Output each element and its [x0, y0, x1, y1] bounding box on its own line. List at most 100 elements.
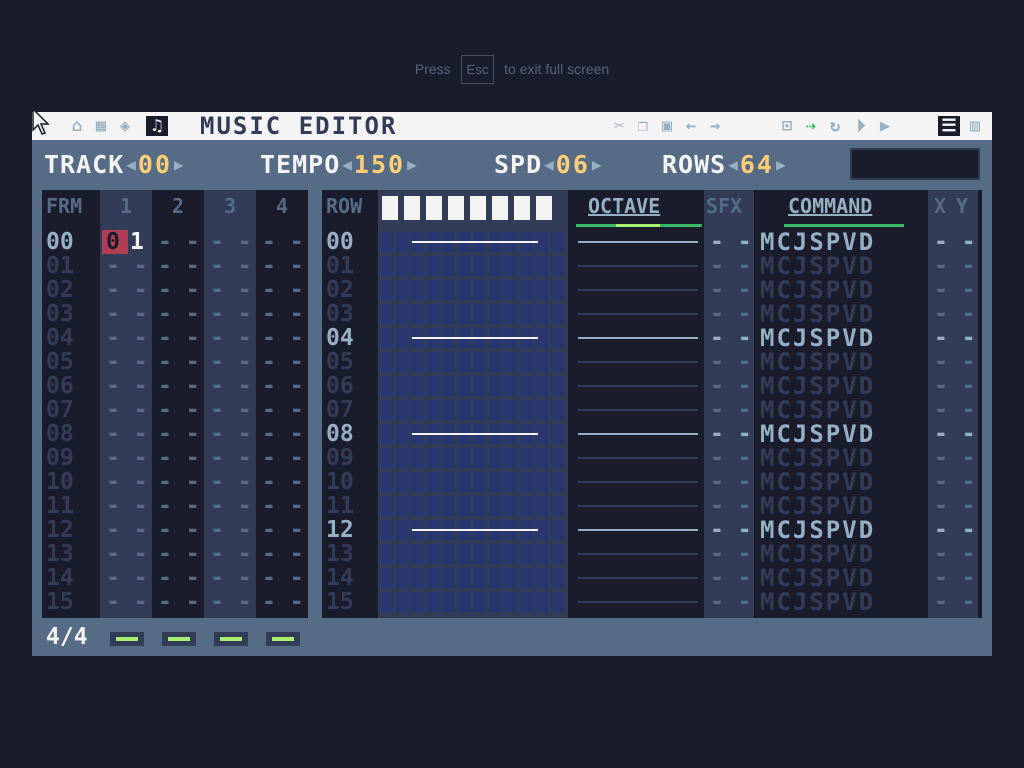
- note-cell[interactable]: [395, 496, 409, 516]
- frame-pattern-cell[interactable]: - -: [262, 494, 304, 518]
- pattern-button-1[interactable]: [110, 632, 144, 646]
- note-cell[interactable]: [457, 472, 471, 492]
- note-cell[interactable]: [535, 352, 548, 372]
- command-cell[interactable]: MCJSPVD: [760, 374, 875, 398]
- octave-cell[interactable]: [578, 553, 698, 555]
- frame-pattern-cell[interactable]: - -: [106, 278, 148, 302]
- note-cell[interactable]: [488, 280, 502, 300]
- frame-pattern-cell[interactable]: - -: [262, 470, 304, 494]
- note-cell[interactable]: [519, 280, 533, 300]
- note-cell[interactable]: [504, 256, 517, 276]
- octave-cell[interactable]: [578, 601, 698, 603]
- note-cell[interactable]: [411, 496, 424, 516]
- note-cell[interactable]: [395, 424, 409, 444]
- tempo-next-arrow-icon[interactable]: ▶: [407, 155, 417, 174]
- note-cell[interactable]: [380, 496, 393, 516]
- note-cell[interactable]: [411, 352, 424, 372]
- frame-pattern-cell[interactable]: - -: [210, 230, 252, 254]
- note-cell[interactable]: [442, 448, 455, 468]
- frame-pattern-cell[interactable]: - -: [106, 374, 148, 398]
- piano-key[interactable]: [492, 196, 508, 220]
- frame-pattern-cell[interactable]: - -: [158, 230, 200, 254]
- frame-pattern-cell[interactable]: - -: [262, 422, 304, 446]
- note-cell[interactable]: [395, 280, 409, 300]
- ch1-header[interactable]: 1: [120, 194, 132, 218]
- command-cell[interactable]: MCJSPVD: [760, 542, 875, 566]
- sfx-cell[interactable]: - -: [710, 470, 752, 494]
- note-cell[interactable]: [426, 592, 440, 612]
- paste-icon[interactable]: ▣: [656, 116, 678, 136]
- home-icon[interactable]: ⌂: [66, 116, 88, 136]
- frame-pattern-cell[interactable]: - -: [262, 326, 304, 350]
- note-cell[interactable]: [380, 304, 393, 324]
- note-cell[interactable]: [535, 472, 548, 492]
- frame-pattern-cell[interactable]: - -: [106, 398, 148, 422]
- octave-cell[interactable]: [578, 385, 698, 387]
- note-cell[interactable]: [535, 400, 548, 420]
- xy-cell[interactable]: - -: [934, 230, 976, 254]
- rows-next-arrow-icon[interactable]: ▶: [776, 155, 786, 174]
- note-cell[interactable]: [488, 448, 502, 468]
- sfx-cell[interactable]: - -: [710, 350, 752, 374]
- note-cell[interactable]: [411, 448, 424, 468]
- octave-cell[interactable]: [578, 481, 698, 483]
- note-cell[interactable]: [380, 328, 393, 348]
- note-cell[interactable]: [488, 568, 502, 588]
- note-cell[interactable]: [411, 568, 424, 588]
- octave-cell[interactable]: [578, 337, 698, 339]
- tempo-prev-arrow-icon[interactable]: ◀: [342, 155, 352, 174]
- frame-pattern-cell[interactable]: - -: [210, 398, 252, 422]
- frame-pattern-cell[interactable]: - -: [262, 350, 304, 374]
- note-cell[interactable]: [504, 568, 517, 588]
- note-cell[interactable]: [535, 304, 548, 324]
- note-cell[interactable]: [504, 400, 517, 420]
- note-cell[interactable]: [519, 496, 533, 516]
- note-cell[interactable]: [473, 400, 486, 420]
- xy-cell[interactable]: - -: [934, 254, 976, 278]
- frame-pattern-cell[interactable]: - -: [106, 494, 148, 518]
- note-cell[interactable]: [550, 544, 564, 564]
- follow-icon[interactable]: ⊡: [776, 116, 798, 136]
- track-next-arrow-icon[interactable]: ▶: [174, 155, 184, 174]
- note-cell[interactable]: [411, 304, 424, 324]
- sfx-cell[interactable]: - -: [710, 422, 752, 446]
- note-cell[interactable]: [473, 496, 486, 516]
- note-cell[interactable]: [395, 520, 409, 540]
- frame-pattern-cell[interactable]: - -: [262, 254, 304, 278]
- note-cell[interactable]: [488, 376, 502, 396]
- note-cell[interactable]: [519, 352, 533, 372]
- note-cell[interactable]: [395, 400, 409, 420]
- note-cell[interactable]: [535, 496, 548, 516]
- frame-pattern-cell[interactable]: - -: [106, 590, 148, 614]
- note-cell[interactable]: [519, 568, 533, 588]
- note-cell[interactable]: [380, 352, 393, 372]
- octave-cell[interactable]: [578, 577, 698, 579]
- frame-pattern-cell[interactable]: - -: [106, 302, 148, 326]
- command-cell[interactable]: MCJSPVD: [760, 302, 875, 326]
- note-cell[interactable]: [442, 568, 455, 588]
- note-cell[interactable]: [535, 256, 548, 276]
- command-cell[interactable]: MCJSPVD: [760, 422, 875, 446]
- frame-pattern-cell[interactable]: - -: [210, 470, 252, 494]
- note-cell[interactable]: [504, 280, 517, 300]
- note-cell[interactable]: [380, 448, 393, 468]
- note-cell[interactable]: [488, 400, 502, 420]
- note-cell[interactable]: [488, 544, 502, 564]
- note-cell[interactable]: [535, 568, 548, 588]
- note-cell[interactable]: [504, 592, 517, 612]
- note-cell[interactable]: [380, 568, 393, 588]
- frame-pattern-cell[interactable]: - -: [210, 422, 252, 446]
- note-cell[interactable]: [488, 592, 502, 612]
- frame-pattern-cell[interactable]: - -: [262, 302, 304, 326]
- frame-pattern-cell[interactable]: - -: [106, 350, 148, 374]
- note-cell[interactable]: [473, 448, 486, 468]
- note-cell[interactable]: [473, 592, 486, 612]
- note-cell[interactable]: [411, 376, 424, 396]
- note-cell[interactable]: [411, 280, 424, 300]
- xy-cell[interactable]: - -: [934, 566, 976, 590]
- xy-cell[interactable]: - -: [934, 398, 976, 422]
- octave-cell[interactable]: [578, 361, 698, 363]
- note-cell[interactable]: [504, 544, 517, 564]
- note-cell[interactable]: [550, 472, 564, 492]
- note-cell[interactable]: [519, 376, 533, 396]
